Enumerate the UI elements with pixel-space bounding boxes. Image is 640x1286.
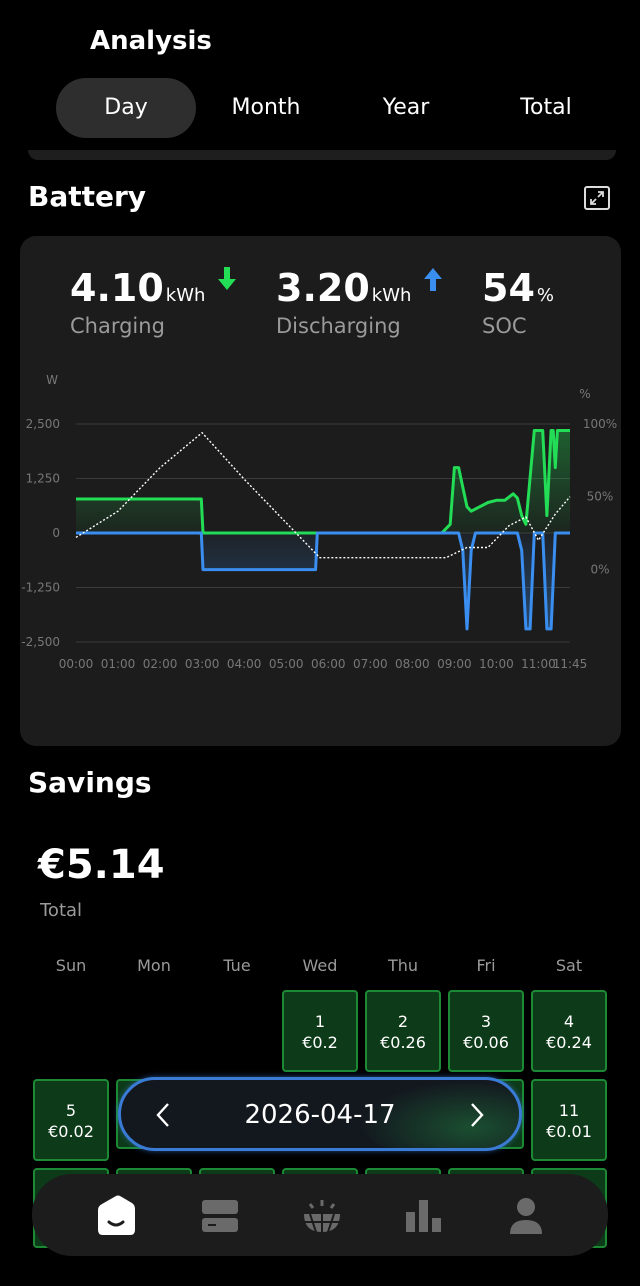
day-savings: €0.01 (546, 1122, 592, 1141)
statistics-icon[interactable] (402, 1194, 446, 1238)
chevron-right-icon (471, 1103, 484, 1127)
discharging-unit: kWh (371, 285, 412, 306)
day-savings: €0.06 (463, 1033, 509, 1052)
expand-icon[interactable] (584, 186, 610, 210)
battery-power-chart: W% 2,500 1,250 0 -1,250 -2,500 100% 50% 0% 00:00 0… (21, 373, 617, 671)
previous-card-edge (28, 150, 616, 160)
discharging-area (76, 533, 570, 629)
y-tick-label: -2,500 (21, 635, 60, 649)
discharging-value: 3.20 (276, 266, 370, 310)
y2-axis-label: % (579, 387, 590, 401)
bottom-navigation (32, 1174, 608, 1256)
tab-total[interactable]: Total (476, 78, 616, 138)
soc-unit: % (536, 285, 554, 306)
selected-date[interactable]: 2026-04-17 (121, 1100, 519, 1130)
charging-area (76, 430, 570, 533)
home-icon[interactable] (94, 1194, 138, 1238)
discharging-stat: 3.20 kWh Discharging (276, 266, 443, 338)
x-tick-label: 05:00 (269, 657, 304, 671)
day-savings: €0.02 (48, 1122, 94, 1141)
charging-stat: 4.10 kWh Charging (70, 266, 237, 338)
charging-value: 4.10 (70, 266, 164, 310)
x-tick-label: 01:00 (101, 657, 136, 671)
x-tick-label: 07:00 (353, 657, 388, 671)
day-number: 4 (563, 1012, 575, 1031)
savings-total-label: Total (40, 900, 83, 921)
savings-total-value: €5.14 (38, 842, 165, 888)
day-number: 1 (314, 1012, 326, 1031)
tab-month[interactable]: Month (196, 78, 336, 138)
y-tick-label: 1,250 (26, 472, 60, 486)
x-tick-label: 08:00 (395, 657, 430, 671)
solar-panel-icon[interactable] (300, 1194, 344, 1238)
page-title: Analysis (90, 26, 212, 56)
x-tick-label: 06:00 (311, 657, 346, 671)
devices-icon[interactable] (198, 1194, 242, 1238)
battery-section-title: Battery (28, 180, 147, 213)
y-tick-label: 0 (52, 526, 60, 540)
savings-section-title: Savings (28, 766, 152, 799)
y-tick-label: 2,500 (26, 417, 60, 431)
period-tabs: Day Month Year Total (56, 78, 616, 138)
day-savings: €0.24 (546, 1033, 592, 1052)
calendar-day-cell[interactable]: 11 €0.01 (531, 1079, 607, 1161)
y2-tick-label: 0% (590, 562, 609, 576)
x-tick-label: 02:00 (143, 657, 178, 671)
calendar-day-cell[interactable]: 4 €0.24 (531, 990, 607, 1072)
weekday-label: Wed (302, 956, 338, 975)
y2-tick-label: 100% (583, 417, 617, 431)
y-axis-label: W (46, 373, 58, 387)
soc-stat: 54% SOC (482, 266, 554, 338)
battery-card: 4.10 kWh Charging 3.20 kWh Discharging 54%… (20, 236, 621, 746)
charging-unit: kWh (165, 285, 206, 306)
arrow-up-icon (423, 267, 443, 295)
x-tick-label: 04:00 (227, 657, 262, 671)
weekday-label: Thu (387, 956, 419, 975)
day-number: 2 (397, 1012, 409, 1031)
x-tick-label: 09:00 (437, 657, 472, 671)
day-number: 3 (480, 1012, 492, 1031)
x-tick-label: 11:45 (553, 657, 588, 671)
tab-day[interactable]: Day (56, 78, 196, 138)
weekday-label: Fri (476, 956, 496, 975)
day-number: 11 (558, 1101, 580, 1120)
charging-label: Charging (70, 314, 165, 338)
calendar-day-cell[interactable]: 5 €0.02 (33, 1079, 109, 1161)
soc-series-line (75, 432, 571, 559)
y-tick-label: -1,250 (21, 581, 60, 595)
calendar-day-cell[interactable]: 1 €0.2 (282, 990, 358, 1072)
day-savings: €0.2 (302, 1033, 338, 1052)
soc-value: 54 (482, 266, 535, 310)
tab-year[interactable]: Year (336, 78, 476, 138)
day-savings: €0.26 (380, 1033, 426, 1052)
soc-label: SOC (482, 314, 527, 338)
next-day-button[interactable] (461, 1100, 491, 1130)
day-number: 5 (65, 1101, 77, 1120)
weekday-label: Sun (55, 956, 87, 975)
arrow-down-icon (217, 267, 237, 295)
date-navigator: 2026-04-17 (118, 1077, 522, 1151)
weekday-label: Tue (223, 956, 251, 975)
x-tick-label: 11:00 (521, 657, 556, 671)
x-tick-label: 00:00 (59, 657, 94, 671)
y2-tick-label: 50% (587, 490, 614, 504)
weekday-label: Sat (555, 956, 583, 975)
x-tick-label: 03:00 (185, 657, 220, 671)
weekday-label: Mon (137, 956, 171, 975)
discharging-series-line (76, 531, 570, 631)
discharging-label: Discharging (276, 314, 401, 338)
x-tick-label: 10:00 (479, 657, 514, 671)
profile-icon[interactable] (504, 1194, 548, 1238)
calendar-day-cell[interactable]: 3 €0.06 (448, 990, 524, 1072)
calendar-day-cell[interactable]: 2 €0.26 (365, 990, 441, 1072)
